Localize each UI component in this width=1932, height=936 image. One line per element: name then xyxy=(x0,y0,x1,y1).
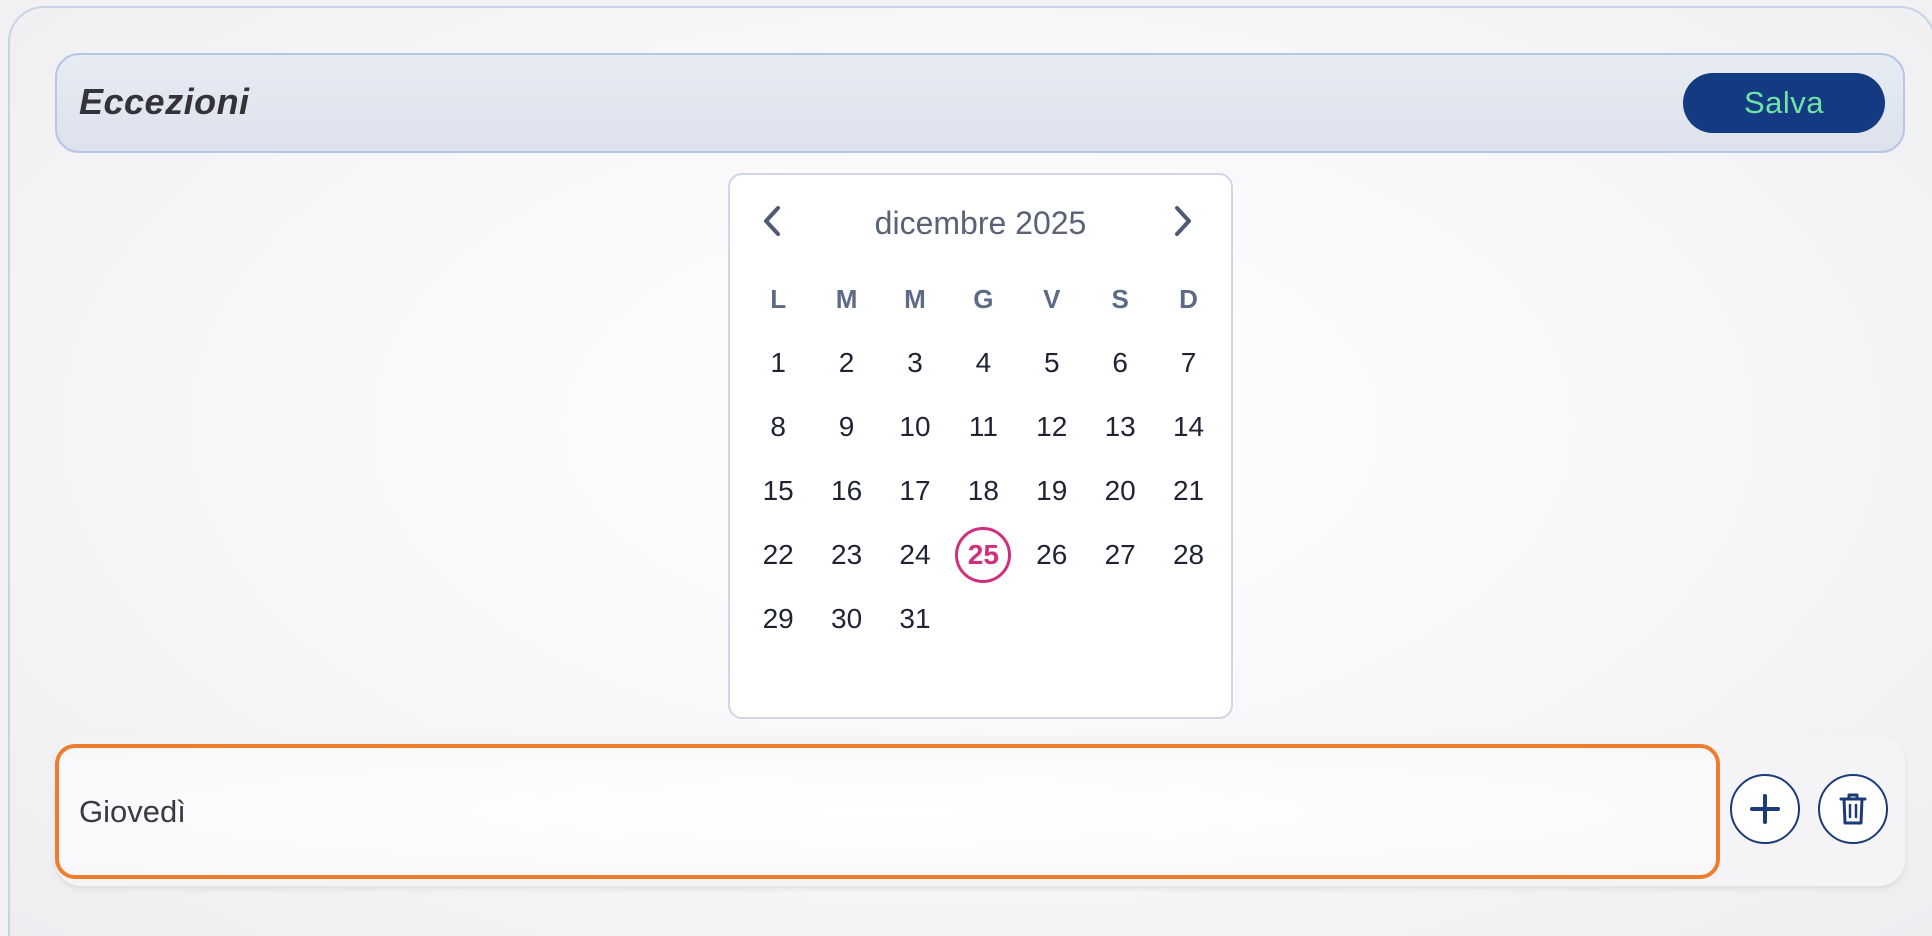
calendar-day[interactable]: 30 xyxy=(812,587,880,651)
calendar-day[interactable]: 13 xyxy=(1086,395,1154,459)
calendar-day-number: 20 xyxy=(1104,475,1136,506)
calendar-day-number: 17 xyxy=(899,475,931,506)
calendar-day[interactable]: 18 xyxy=(949,459,1017,523)
calendar-day[interactable]: 7 xyxy=(1154,331,1222,395)
calendar-day-number: 8 xyxy=(770,411,786,442)
calendar-day[interactable]: 28 xyxy=(1154,523,1222,587)
calendar-day[interactable]: 8 xyxy=(744,395,812,459)
calendar-day-number: 5 xyxy=(1043,347,1060,378)
calendar-day[interactable]: 21 xyxy=(1154,459,1222,523)
exception-day-input[interactable] xyxy=(55,744,1720,879)
calendar-day[interactable]: 3 xyxy=(881,331,949,395)
calendar-day[interactable]: 19 xyxy=(1018,459,1086,523)
date-picker: dicembre 2025 L M M G V S D 1 2 3 4 5 6 7 8 9 10 11 12 13 14… xyxy=(728,173,1233,719)
exceptions-panel: Eccezioni Salva dicembre 2025 LMMGVSD123… xyxy=(8,6,1932,936)
calendar-day[interactable]: 23 xyxy=(812,523,880,587)
calendar-day-number: 14 xyxy=(1172,411,1205,442)
save-button[interactable]: Salva xyxy=(1683,73,1885,133)
calendar-day-number: 30 xyxy=(831,603,863,634)
calendar-day[interactable]: 9 xyxy=(812,395,880,459)
calendar-day-number: 29 xyxy=(762,603,794,634)
calendar-day-number: 28 xyxy=(1172,539,1205,570)
calendar-day[interactable]: 2 xyxy=(812,331,880,395)
calendar-day-number: 26 xyxy=(1036,539,1068,570)
calendar-day[interactable]: 11 xyxy=(949,395,1017,459)
calendar-day-number: 13 xyxy=(1104,411,1136,442)
calendar-day-number: 12 xyxy=(1036,411,1068,442)
calendar-day[interactable]: 16 xyxy=(812,459,880,523)
delete-button[interactable] xyxy=(1818,774,1888,844)
calendar-day-number: 6 xyxy=(1112,347,1128,378)
calendar-day[interactable]: 26 xyxy=(1018,523,1086,587)
section-title: Eccezioni xyxy=(79,81,250,122)
calendar-day[interactable]: 17 xyxy=(881,459,949,523)
calendar-day[interactable]: 12 xyxy=(1018,395,1086,459)
weekday-header: V xyxy=(1043,283,1061,314)
weekday-header: L xyxy=(770,283,787,314)
calendar-day-number: 2 xyxy=(838,347,855,378)
weekday-header: G xyxy=(973,283,994,314)
weekday-header: D xyxy=(1179,283,1198,314)
calendar-day-number: 24 xyxy=(899,539,931,570)
calendar-day-number: 15 xyxy=(762,475,794,506)
calendar-day-number: 4 xyxy=(975,347,992,378)
chevron-right-icon xyxy=(1175,206,1191,236)
calendar-day[interactable]: 14 xyxy=(1154,395,1222,459)
calendar-month-label: dicembre 2025 xyxy=(874,205,1087,241)
calendar-day[interactable]: 5 xyxy=(1018,331,1086,395)
calendar-day[interactable]: 20 xyxy=(1086,459,1154,523)
calendar-day-number: 25 xyxy=(955,527,1012,583)
calendar-day[interactable]: 22 xyxy=(744,523,812,587)
calendar-day-number: 19 xyxy=(1036,475,1068,506)
calendar-day[interactable]: 15 xyxy=(744,459,812,523)
calendar-day-number: 9 xyxy=(838,411,855,442)
section-header: Eccezioni Salva xyxy=(55,53,1905,153)
calendar-day[interactable]: 1 xyxy=(744,331,812,395)
calendar-day-number: 1 xyxy=(770,347,786,378)
calendar-day[interactable]: 31 xyxy=(881,587,949,651)
weekday-header: S xyxy=(1111,283,1129,314)
calendar-day-number: 3 xyxy=(907,347,923,378)
calendar-day-number: 23 xyxy=(831,539,863,570)
calendar-grid: L M M G V S D 1 2 3 4 5 6 7 8 9 10 11 12 13 14 15 16 17 18 19 20 21… xyxy=(744,267,1224,651)
calendar-day[interactable]: 27 xyxy=(1086,523,1154,587)
calendar-day-selected[interactable]: 25 xyxy=(949,523,1017,587)
calendar-day-number: 21 xyxy=(1172,475,1205,506)
calendar-day-number: 11 xyxy=(968,411,998,442)
calendar-day[interactable]: 24 xyxy=(881,523,949,587)
add-button[interactable] xyxy=(1730,774,1800,844)
calendar-day-number: 31 xyxy=(899,603,931,634)
calendar-day[interactable]: 6 xyxy=(1086,331,1154,395)
calendar-day-number: 18 xyxy=(967,475,999,506)
calendar-day-number: 22 xyxy=(762,539,794,570)
calendar-day-number: 27 xyxy=(1104,539,1136,570)
trash-icon xyxy=(1839,793,1867,825)
weekday-header: M xyxy=(835,283,858,314)
calendar-day[interactable]: 4 xyxy=(949,331,1017,395)
plus-icon xyxy=(1750,794,1780,824)
weekday-header: M xyxy=(904,283,926,314)
exception-row xyxy=(55,736,1905,886)
calendar-day-number: 7 xyxy=(1180,347,1197,378)
calendar-day[interactable]: 10 xyxy=(881,395,949,459)
next-month-button[interactable] xyxy=(1163,201,1203,241)
calendar-day[interactable]: 29 xyxy=(744,587,812,651)
calendar-day-number: 16 xyxy=(831,475,863,506)
calendar-day-number: 10 xyxy=(899,411,931,442)
